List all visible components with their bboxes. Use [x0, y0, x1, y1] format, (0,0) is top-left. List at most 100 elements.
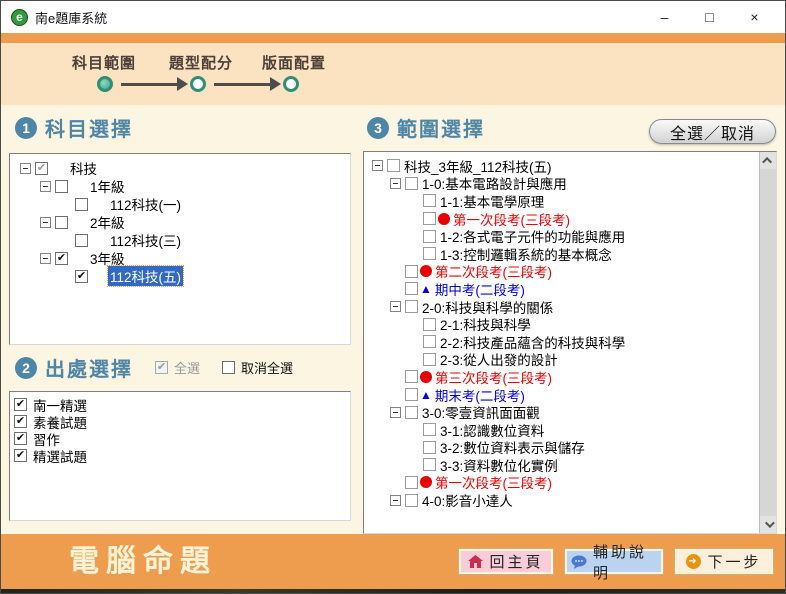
tree-expand-toggle-icon[interactable] — [390, 301, 401, 312]
range-tree-row[interactable]: 第一次段考(三段考) — [368, 210, 755, 228]
tree-item-checkbox[interactable] — [405, 177, 418, 190]
tree-item-checkbox[interactable] — [387, 159, 400, 172]
next-step-button[interactable]: ➜ 下一步 — [674, 548, 774, 575]
range-tree-row[interactable]: 1-1:基本電學原理 — [368, 192, 755, 210]
tree-item-checkbox[interactable] — [405, 406, 418, 419]
tree-item-checkbox[interactable] — [423, 247, 436, 260]
tree-item-checkbox[interactable] — [423, 441, 436, 454]
range-tree-row[interactable]: 第二次段考(三段考) — [368, 263, 755, 281]
source-item-checkbox[interactable] — [14, 432, 27, 445]
tree-item-checkbox[interactable] — [405, 370, 418, 383]
tree-item-checkbox[interactable] — [75, 270, 88, 283]
range-tree-row[interactable]: 科技_3年級_112科技(五) — [368, 157, 755, 175]
tree-item-checkbox[interactable] — [423, 458, 436, 471]
tree-item-checkbox[interactable] — [405, 388, 418, 401]
close-button[interactable]: × — [732, 1, 777, 33]
range-tree-row[interactable]: 2-2:科技產品蘊含的科技與科學 — [368, 333, 755, 351]
deselect-all-checkbox-icon[interactable] — [222, 361, 235, 374]
tree-item-checkbox[interactable] — [55, 216, 68, 229]
tree-expand-toggle-icon[interactable] — [40, 217, 51, 228]
range-tree-row[interactable]: ▲期末考(二段考) — [368, 386, 755, 404]
tree-expand-toggle-icon[interactable] — [20, 163, 31, 174]
step-arrow-line — [214, 83, 271, 86]
range-tree-row[interactable]: ▲期中考(二段考) — [368, 280, 755, 298]
tree-expand-toggle-icon[interactable] — [372, 160, 383, 171]
maximize-button[interactable]: □ — [687, 1, 732, 33]
tree-item-checkbox[interactable] — [405, 494, 418, 507]
deselect-all-checkbox[interactable]: 取消全選 — [222, 358, 293, 377]
subject-tree-row[interactable]: 科技 — [12, 159, 348, 177]
tree-item-checkbox[interactable] — [405, 282, 418, 295]
range-tree-row[interactable]: 2-1:科技與科學 — [368, 315, 755, 333]
range-tree-row[interactable]: 1-0:基本電路設計與應用 — [368, 175, 755, 193]
tree-expand-toggle-icon[interactable] — [390, 178, 401, 189]
tree-item-label[interactable]: 112科技(一) — [108, 194, 183, 214]
range-tree-row[interactable]: 第三次段考(三段考) — [368, 368, 755, 386]
range-tree-row[interactable]: 3-1:認識數位資料 — [368, 421, 755, 439]
tree-item-checkbox[interactable] — [423, 423, 436, 436]
select-toggle-all-button[interactable]: 全選／取消 — [649, 119, 776, 144]
step-circle-3 — [283, 76, 299, 92]
tree-item-checkbox[interactable] — [405, 476, 418, 489]
tree-item-label[interactable]: 3年級 — [88, 248, 127, 268]
tree-item-checkbox[interactable] — [75, 198, 88, 211]
tree-item-checkbox[interactable] — [423, 230, 436, 243]
scroll-up-icon[interactable] — [760, 152, 777, 169]
tree-item-checkbox[interactable] — [423, 318, 436, 331]
select-all-checkbox-icon[interactable] — [155, 361, 168, 374]
subject-tree-row[interactable]: 112科技(一) — [12, 195, 348, 213]
tree-expand-toggle-icon[interactable] — [390, 407, 401, 418]
tree-item-checkbox[interactable] — [423, 353, 436, 366]
tree-item-checkbox[interactable] — [405, 300, 418, 313]
source-list-item[interactable]: 習作 — [14, 430, 346, 447]
tree-expand-toggle-icon[interactable] — [40, 253, 51, 264]
tree-item-checkbox[interactable] — [423, 335, 436, 348]
tree-item-label[interactable]: 科技 — [68, 158, 99, 178]
tree-item-checkbox[interactable] — [55, 180, 68, 193]
subject-tree-row[interactable]: 112科技(五) — [12, 267, 348, 285]
tree-item-label[interactable]: 2年級 — [88, 212, 127, 232]
select-all-checkbox[interactable]: 全選 — [155, 358, 200, 377]
step-label-layout-config: 版面配置 — [262, 52, 326, 73]
source-list-item[interactable]: 精選試題 — [14, 447, 346, 464]
scroll-down-icon[interactable] — [760, 516, 777, 533]
range-tree-row[interactable]: 3-3:資料數位化實例 — [368, 456, 755, 474]
range-tree-row[interactable]: 3-0:零壹資訊面面觀 — [368, 403, 755, 421]
range-tree-row[interactable]: 第一次段考(三段考) — [368, 474, 755, 492]
tree-item-label[interactable]: 1年級 — [88, 176, 127, 196]
source-item-label[interactable]: 精選試題 — [31, 446, 89, 466]
minimize-button[interactable]: – — [642, 1, 687, 33]
range-tree-row[interactable]: 2-3:從人出發的設計 — [368, 351, 755, 369]
source-list-item[interactable]: 素養試題 — [14, 413, 346, 430]
app-window: e 南e題庫系統 – □ × 科目範圍 題型配分 版面配置 1 科目選擇 科技1… — [0, 0, 786, 594]
subject-tree-row[interactable]: 1年級 — [12, 177, 348, 195]
range-tree-row[interactable]: 3-2:數位資料表示與儲存 — [368, 439, 755, 457]
home-button[interactable]: 回主頁 — [458, 548, 554, 575]
source-item-checkbox[interactable] — [14, 415, 27, 428]
tree-item-checkbox[interactable] — [405, 265, 418, 278]
source-list-item[interactable]: 南一精選 — [14, 396, 346, 413]
tree-item-label[interactable]: 112科技(三) — [108, 230, 183, 250]
tree-item-checkbox[interactable] — [75, 234, 88, 247]
vertical-scrollbar[interactable] — [759, 152, 776, 533]
range-tree-row[interactable]: 4-0:影音小達人 — [368, 491, 755, 509]
tree-item-checkbox[interactable] — [35, 162, 48, 175]
tree-expand-toggle-icon[interactable] — [390, 495, 401, 506]
range-tree-row[interactable]: 1-3:控制邏輯系統的基本概念 — [368, 245, 755, 263]
source-item-checkbox[interactable] — [14, 449, 27, 462]
range-tree-row[interactable]: 2-0:科技與科學的關係 — [368, 298, 755, 316]
subject-tree-row[interactable]: 3年級 — [12, 249, 348, 267]
source-item-checkbox[interactable] — [14, 398, 27, 411]
tree-item-checkbox[interactable] — [423, 212, 436, 225]
tree-expand-toggle-icon[interactable] — [40, 181, 51, 192]
tree-item-checkbox[interactable] — [55, 252, 68, 265]
tree-item-label[interactable]: 4-0:影音小達人 — [420, 490, 515, 510]
exam-blue-triangle-icon: ▲ — [420, 389, 432, 401]
subject-tree-row[interactable]: 112科技(三) — [12, 231, 348, 249]
tree-item-checkbox[interactable] — [423, 194, 436, 207]
tree-item-label[interactable]: 112科技(五) — [108, 266, 183, 286]
main-area: 1 科目選擇 科技1年級112科技(一)2年級112科技(三)3年級112科技(… — [1, 105, 785, 534]
range-tree-row[interactable]: 1-2:各式電子元件的功能與應用 — [368, 227, 755, 245]
help-button[interactable]: 輔助說明 — [564, 548, 664, 575]
subject-tree-row[interactable]: 2年級 — [12, 213, 348, 231]
